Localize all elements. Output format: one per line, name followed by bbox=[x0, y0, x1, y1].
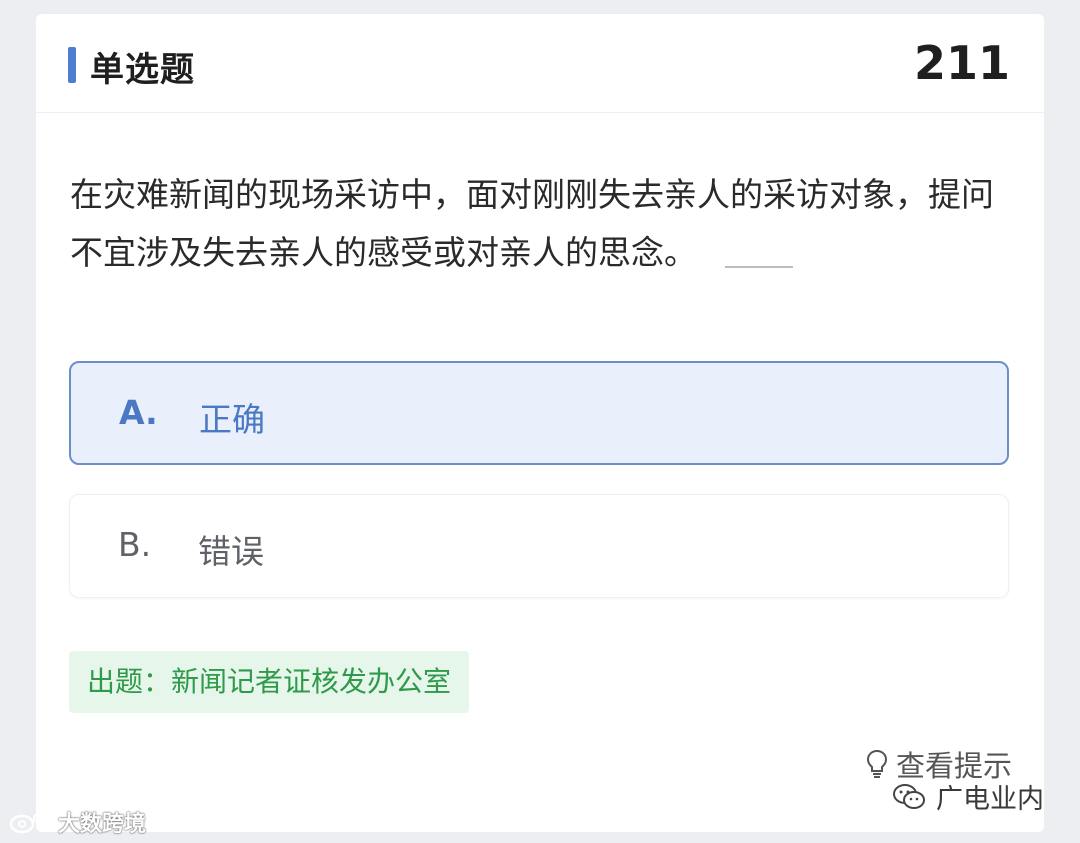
option-a[interactable]: A. 正确 bbox=[69, 361, 1009, 465]
option-letter: B. bbox=[118, 525, 152, 564]
option-b[interactable]: B. 错误 bbox=[69, 494, 1009, 598]
question-card: 单选题 211 在灾难新闻的现场采访中，面对刚刚失去亲人的采访对象，提问不宜涉及… bbox=[36, 14, 1044, 832]
question-stem: 在灾难新闻的现场采访中，面对刚刚失去亲人的采访对象，提问不宜涉及失去亲人的感受或… bbox=[70, 166, 1020, 282]
wechat-icon bbox=[893, 783, 925, 809]
question-number: 211 bbox=[913, 36, 1010, 90]
lightbulb-icon bbox=[866, 749, 887, 778]
option-text: 正确 bbox=[199, 400, 265, 439]
option-text: 错误 bbox=[198, 532, 264, 571]
question-type-label: 单选题 bbox=[90, 50, 195, 90]
accent-bar bbox=[68, 47, 76, 83]
question-header: 单选题 211 bbox=[36, 14, 1044, 113]
wechat-account-name: 广电业内 bbox=[936, 784, 1044, 815]
answer-blank bbox=[725, 265, 793, 268]
weibo-icon bbox=[9, 813, 52, 834]
question-source-badge: 出题：新闻记者证核发办公室 bbox=[69, 651, 470, 713]
wechat-watermark: 广电业内 bbox=[892, 777, 1044, 816]
brand-watermark-text: 大数跨境 bbox=[58, 812, 147, 837]
question-stem-text: 在灾难新闻的现场采访中，面对刚刚失去亲人的采访对象，提问不宜涉及失去亲人的感受或… bbox=[70, 175, 994, 272]
option-letter: A. bbox=[119, 393, 158, 432]
brand-watermark: 大数跨境 bbox=[8, 806, 146, 838]
